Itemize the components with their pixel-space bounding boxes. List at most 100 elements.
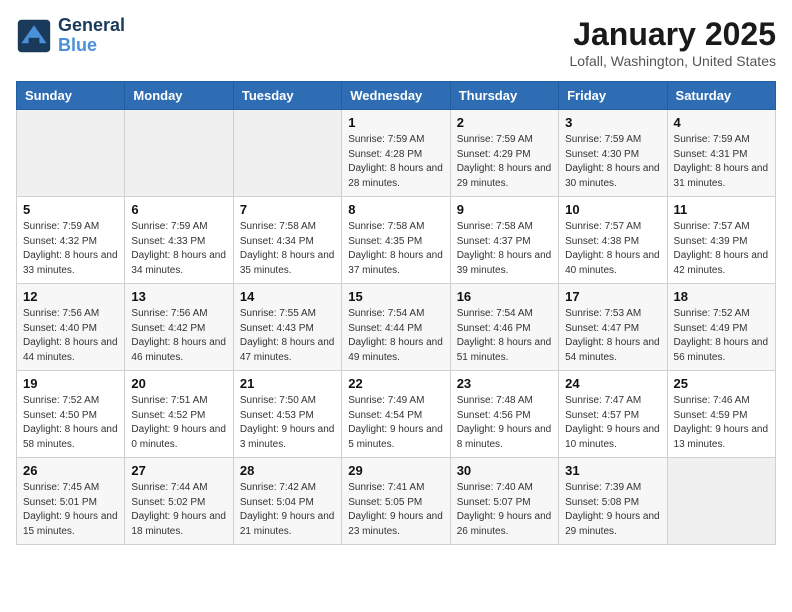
- day-info: Sunrise: 7:56 AMSunset: 4:40 PMDaylight:…: [23, 307, 118, 365]
- day-info: Sunrise: 7:59 AMSunset: 4:32 PMDaylight:…: [23, 220, 118, 278]
- day-number: 23: [457, 376, 552, 391]
- day-cell: 1 Sunrise: 7:59 AMSunset: 4:28 PMDaylight…: [342, 110, 450, 197]
- day-info: Sunrise: 7:50 AMSunset: 4:53 PMDaylight:…: [240, 394, 335, 452]
- day-number: 16: [457, 289, 552, 304]
- weekday-header-monday: Monday: [125, 82, 233, 110]
- day-cell: 2 Sunrise: 7:59 AMSunset: 4:29 PMDaylight…: [450, 110, 558, 197]
- day-number: 1: [348, 115, 443, 130]
- month-title: January 2025: [570, 16, 777, 53]
- day-info: Sunrise: 7:59 AMSunset: 4:29 PMDaylight:…: [457, 133, 552, 191]
- day-cell: 28 Sunrise: 7:42 AMSunset: 5:04 PMDayligh…: [233, 458, 341, 545]
- day-info: Sunrise: 7:39 AMSunset: 5:08 PMDaylight:…: [565, 481, 660, 539]
- day-number: 11: [674, 202, 769, 217]
- day-number: 22: [348, 376, 443, 391]
- weekday-header-tuesday: Tuesday: [233, 82, 341, 110]
- day-info: Sunrise: 7:48 AMSunset: 4:56 PMDaylight:…: [457, 394, 552, 452]
- day-number: 15: [348, 289, 443, 304]
- day-info: Sunrise: 7:59 AMSunset: 4:33 PMDaylight:…: [131, 220, 226, 278]
- day-number: 28: [240, 463, 335, 478]
- week-row-5: 26Sunrise: 7:45 AMSunset: 5:01 PMDayligh…: [17, 458, 776, 545]
- day-cell: 26Sunrise: 7:45 AMSunset: 5:01 PMDayligh…: [17, 458, 125, 545]
- day-info: Sunrise: 7:54 AMSunset: 4:44 PMDaylight:…: [348, 307, 443, 365]
- week-row-2: 5 Sunrise: 7:59 AMSunset: 4:32 PMDaylight…: [17, 197, 776, 284]
- day-number: 10: [565, 202, 660, 217]
- day-info: Sunrise: 7:59 AMSunset: 4:30 PMDaylight:…: [565, 133, 660, 191]
- week-row-1: 1 Sunrise: 7:59 AMSunset: 4:28 PMDaylight…: [17, 110, 776, 197]
- day-cell: 31 Sunrise: 7:39 AMSunset: 5:08 PMDayligh…: [559, 458, 667, 545]
- day-info: Sunrise: 7:59 AMSunset: 4:31 PMDaylight:…: [674, 133, 769, 191]
- day-cell: 15 Sunrise: 7:54 AMSunset: 4:44 PMDayligh…: [342, 284, 450, 371]
- weekday-header-friday: Friday: [559, 82, 667, 110]
- day-number: 7: [240, 202, 335, 217]
- day-number: 13: [131, 289, 226, 304]
- day-number: 5: [23, 202, 118, 217]
- day-cell: 10 Sunrise: 7:57 AMSunset: 4:38 PMDayligh…: [559, 197, 667, 284]
- day-number: 8: [348, 202, 443, 217]
- day-number: 29: [348, 463, 443, 478]
- day-cell: [233, 110, 341, 197]
- day-info: Sunrise: 7:52 AMSunset: 4:50 PMDaylight:…: [23, 394, 118, 452]
- weekday-header-saturday: Saturday: [667, 82, 775, 110]
- day-info: Sunrise: 7:58 AMSunset: 4:37 PMDaylight:…: [457, 220, 552, 278]
- day-info: Sunrise: 7:53 AMSunset: 4:47 PMDaylight:…: [565, 307, 660, 365]
- day-info: Sunrise: 7:57 AMSunset: 4:38 PMDaylight:…: [565, 220, 660, 278]
- day-cell: [125, 110, 233, 197]
- day-number: 30: [457, 463, 552, 478]
- day-number: 14: [240, 289, 335, 304]
- day-cell: 24 Sunrise: 7:47 AMSunset: 4:57 PMDayligh…: [559, 371, 667, 458]
- day-cell: 8 Sunrise: 7:58 AMSunset: 4:35 PMDaylight…: [342, 197, 450, 284]
- day-cell: 21 Sunrise: 7:50 AMSunset: 4:53 PMDayligh…: [233, 371, 341, 458]
- day-number: 21: [240, 376, 335, 391]
- day-info: Sunrise: 7:58 AMSunset: 4:34 PMDaylight:…: [240, 220, 335, 278]
- day-cell: 25Sunrise: 7:46 AMSunset: 4:59 PMDayligh…: [667, 371, 775, 458]
- day-cell: 30Sunrise: 7:40 AMSunset: 5:07 PMDayligh…: [450, 458, 558, 545]
- day-cell: 14 Sunrise: 7:55 AMSunset: 4:43 PMDayligh…: [233, 284, 341, 371]
- day-info: Sunrise: 7:55 AMSunset: 4:43 PMDaylight:…: [240, 307, 335, 365]
- day-cell: [667, 458, 775, 545]
- day-number: 24: [565, 376, 660, 391]
- day-info: Sunrise: 7:46 AMSunset: 4:59 PMDaylight:…: [674, 394, 769, 452]
- day-cell: 5 Sunrise: 7:59 AMSunset: 4:32 PMDaylight…: [17, 197, 125, 284]
- weekday-header-row: SundayMondayTuesdayWednesdayThursdayFrid…: [17, 82, 776, 110]
- day-info: Sunrise: 7:41 AMSunset: 5:05 PMDaylight:…: [348, 481, 443, 539]
- day-info: Sunrise: 7:44 AMSunset: 5:02 PMDaylight:…: [131, 481, 226, 539]
- day-info: Sunrise: 7:54 AMSunset: 4:46 PMDaylight:…: [457, 307, 552, 365]
- day-cell: 16 Sunrise: 7:54 AMSunset: 4:46 PMDayligh…: [450, 284, 558, 371]
- day-cell: 12 Sunrise: 7:56 AMSunset: 4:40 PMDayligh…: [17, 284, 125, 371]
- day-number: 19: [23, 376, 118, 391]
- day-info: Sunrise: 7:57 AMSunset: 4:39 PMDaylight:…: [674, 220, 769, 278]
- day-number: 20: [131, 376, 226, 391]
- page-header: General Blue January 2025 Lofall, Washin…: [16, 16, 776, 69]
- day-number: 2: [457, 115, 552, 130]
- day-cell: 11 Sunrise: 7:57 AMSunset: 4:39 PMDayligh…: [667, 197, 775, 284]
- weekday-header-wednesday: Wednesday: [342, 82, 450, 110]
- day-number: 6: [131, 202, 226, 217]
- day-cell: 23 Sunrise: 7:48 AMSunset: 4:56 PMDayligh…: [450, 371, 558, 458]
- day-info: Sunrise: 7:47 AMSunset: 4:57 PMDaylight:…: [565, 394, 660, 452]
- day-info: Sunrise: 7:58 AMSunset: 4:35 PMDaylight:…: [348, 220, 443, 278]
- weekday-header-thursday: Thursday: [450, 82, 558, 110]
- day-cell: 22Sunrise: 7:49 AMSunset: 4:54 PMDayligh…: [342, 371, 450, 458]
- day-number: 18: [674, 289, 769, 304]
- day-info: Sunrise: 7:56 AMSunset: 4:42 PMDaylight:…: [131, 307, 226, 365]
- day-cell: 19 Sunrise: 7:52 AMSunset: 4:50 PMDayligh…: [17, 371, 125, 458]
- day-number: 3: [565, 115, 660, 130]
- day-cell: [17, 110, 125, 197]
- day-info: Sunrise: 7:51 AMSunset: 4:52 PMDaylight:…: [131, 394, 226, 452]
- day-info: Sunrise: 7:52 AMSunset: 4:49 PMDaylight:…: [674, 307, 769, 365]
- day-cell: 13 Sunrise: 7:56 AMSunset: 4:42 PMDayligh…: [125, 284, 233, 371]
- day-cell: 4Sunrise: 7:59 AMSunset: 4:31 PMDaylight…: [667, 110, 775, 197]
- logo: General Blue: [16, 16, 125, 56]
- logo-text: General Blue: [58, 16, 125, 56]
- day-number: 12: [23, 289, 118, 304]
- day-number: 31: [565, 463, 660, 478]
- weekday-header-sunday: Sunday: [17, 82, 125, 110]
- day-info: Sunrise: 7:59 AMSunset: 4:28 PMDaylight:…: [348, 133, 443, 191]
- day-number: 27: [131, 463, 226, 478]
- day-number: 26: [23, 463, 118, 478]
- day-cell: 17Sunrise: 7:53 AMSunset: 4:47 PMDayligh…: [559, 284, 667, 371]
- day-cell: 9Sunrise: 7:58 AMSunset: 4:37 PMDaylight…: [450, 197, 558, 284]
- day-cell: 7 Sunrise: 7:58 AMSunset: 4:34 PMDaylight…: [233, 197, 341, 284]
- day-info: Sunrise: 7:42 AMSunset: 5:04 PMDaylight:…: [240, 481, 335, 539]
- day-cell: 29 Sunrise: 7:41 AMSunset: 5:05 PMDayligh…: [342, 458, 450, 545]
